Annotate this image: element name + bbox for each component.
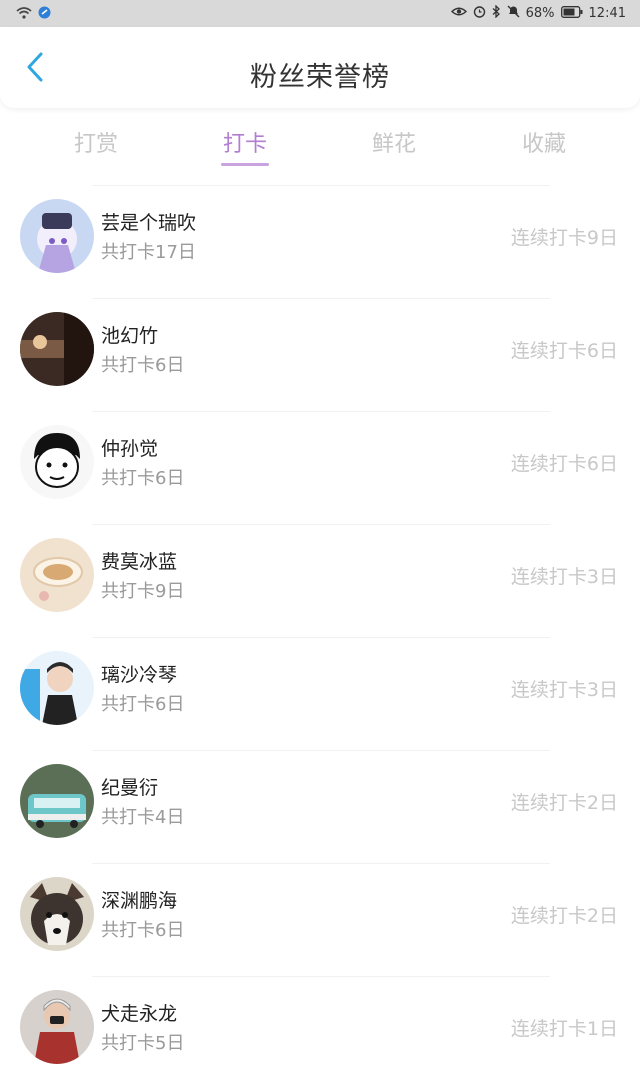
avatar[interactable] [20, 425, 94, 499]
fan-total-checkins: 共打卡17日 [101, 242, 196, 263]
app-badge-icon [38, 6, 51, 23]
fan-streak: 连续打卡2日 [510, 905, 618, 927]
fan-total-checkins: 共打卡6日 [101, 355, 185, 376]
list-item[interactable]: 仲孙觉 共打卡6日 连续打卡6日 [0, 411, 640, 524]
fan-streak: 连续打卡1日 [510, 1018, 618, 1040]
page-title: 粉丝荣誉榜 [250, 62, 390, 93]
list-item[interactable]: 璃沙冷琴 共打卡6日 连续打卡3日 [0, 637, 640, 750]
status-bar: 68% 12:41 [0, 0, 640, 27]
list-item[interactable]: 深渊鹏海 共打卡6日 连续打卡2日 [0, 863, 640, 976]
tab-flowers[interactable]: 鲜花 [334, 126, 454, 158]
fan-name: 芸是个瑞吹 [101, 212, 197, 234]
list-item[interactable]: 犬走永龙 共打卡5日 连续打卡1日 [0, 976, 640, 1089]
fan-total-checkins: 共打卡6日 [101, 468, 185, 489]
list-item[interactable]: 池幻竹 共打卡6日 连续打卡6日 [0, 298, 640, 411]
wifi-icon [16, 6, 32, 23]
fan-total-checkins: 共打卡6日 [101, 694, 185, 715]
list-item[interactable]: 芸是个瑞吹 共打卡17日 连续打卡9日 [0, 185, 640, 298]
tab-tip[interactable]: 打赏 [36, 126, 156, 158]
fan-streak: 连续打卡6日 [510, 453, 618, 475]
battery-icon [560, 5, 583, 22]
title-bar: 粉丝荣誉榜 [0, 27, 640, 108]
fan-total-checkins: 共打卡6日 [101, 920, 185, 941]
list-item[interactable]: 费莫冰蓝 共打卡9日 连续打卡3日 [0, 524, 640, 637]
fan-total-checkins: 共打卡5日 [101, 1033, 185, 1054]
tab-checkin[interactable]: 打卡 [185, 126, 305, 158]
fan-streak: 连续打卡2日 [510, 792, 618, 814]
battery-percent: 68% [525, 6, 555, 21]
tab-bar: 打赏 打卡 鲜花 收藏 [0, 108, 640, 168]
avatar[interactable] [20, 990, 94, 1064]
fan-total-checkins: 共打卡9日 [101, 581, 185, 602]
avatar[interactable] [20, 312, 94, 386]
clock: 12:41 [588, 6, 626, 21]
fan-name: 犬走永龙 [101, 1003, 178, 1025]
fan-name: 池幻竹 [101, 325, 159, 347]
avatar[interactable] [20, 538, 94, 612]
fan-streak: 连续打卡3日 [510, 679, 618, 701]
fan-streak: 连续打卡3日 [510, 566, 618, 588]
alarm-icon [473, 5, 486, 22]
tab-favorites[interactable]: 收藏 [484, 126, 604, 158]
fan-streak: 连续打卡6日 [510, 340, 618, 362]
eye-icon [450, 6, 467, 21]
fan-name: 纪曼衍 [101, 777, 159, 799]
bluetooth-icon [492, 4, 501, 22]
mute-icon [507, 5, 520, 22]
fan-streak: 连续打卡9日 [510, 227, 618, 249]
avatar[interactable] [20, 877, 94, 951]
avatar[interactable] [20, 764, 94, 838]
fan-name: 仲孙觉 [101, 438, 159, 460]
fan-name: 费莫冰蓝 [101, 551, 178, 573]
avatar[interactable] [20, 199, 94, 273]
fan-total-checkins: 共打卡4日 [101, 807, 185, 828]
list-item[interactable]: 纪曼衍 共打卡4日 连续打卡2日 [0, 750, 640, 863]
avatar[interactable] [20, 651, 94, 725]
fan-name: 璃沙冷琴 [101, 664, 178, 686]
active-tab-indicator [221, 163, 269, 166]
fan-name: 深渊鹏海 [101, 890, 178, 912]
